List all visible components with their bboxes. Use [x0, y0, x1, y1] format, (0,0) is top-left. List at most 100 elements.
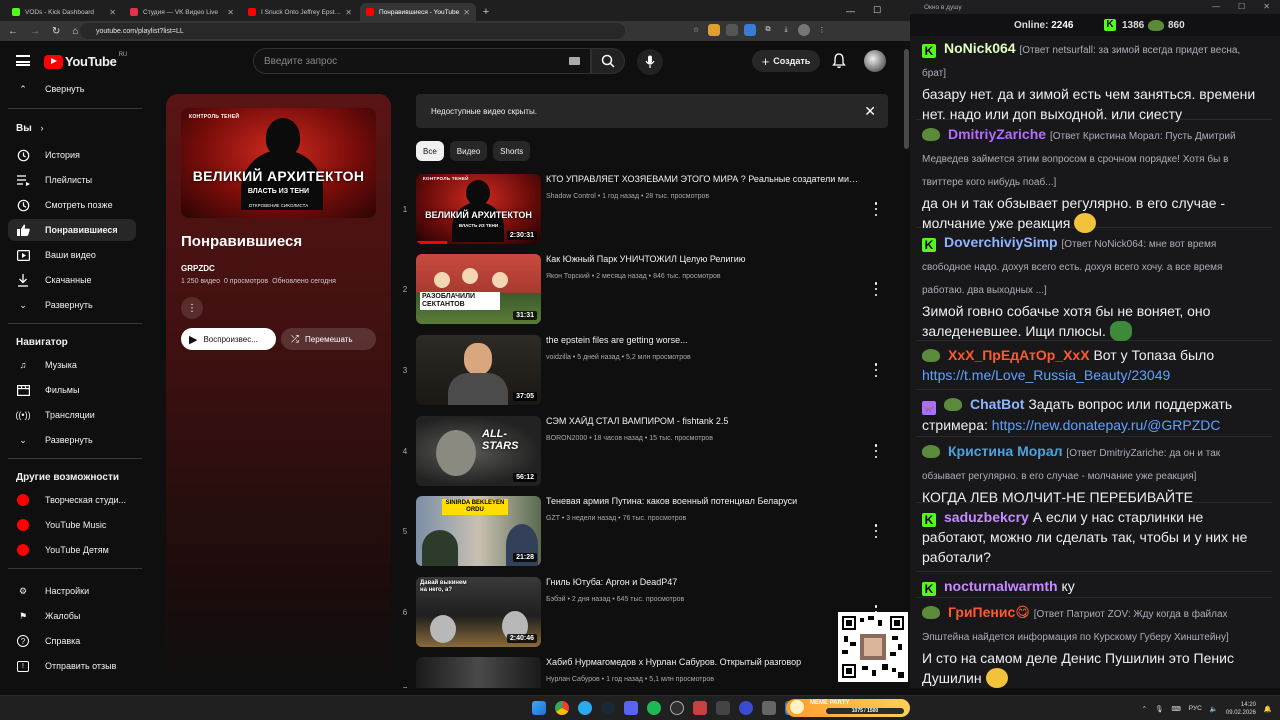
- close-tab-icon[interactable]: ✕: [345, 8, 352, 17]
- app-icon[interactable]: [716, 701, 730, 715]
- search-input[interactable]: Введите запрос: [253, 48, 591, 74]
- sidebar-item-feedback[interactable]: ! Отправить отзыв: [8, 655, 136, 677]
- sidebar-item-expand[interactable]: ⌄ Развернуть: [8, 294, 136, 316]
- minimize-icon[interactable]: —: [1212, 2, 1220, 11]
- video-thumbnail[interactable]: КОНТРОЛЬ ТЕНЕЙ ВЕЛИКИЙ АРХИТЕКТОН ВЛАСТЬ…: [416, 174, 541, 244]
- section-you-heading[interactable]: Вы ›: [16, 123, 44, 134]
- video-row[interactable]: 3 37:05 the epstein files are getting wo…: [400, 335, 888, 407]
- video-title[interactable]: Теневая армия Путина: каков военный поте…: [546, 496, 862, 506]
- video-thumbnail[interactable]: РАЗОБЛАЧИЛИ СЕКТАНТОВ 31:31: [416, 254, 541, 324]
- menu-dots-icon[interactable]: [870, 363, 882, 377]
- voice-search-button[interactable]: [637, 49, 663, 75]
- sidebar-item-watch-later[interactable]: Смотреть позже: [8, 194, 136, 216]
- menu-dots-icon[interactable]: ⋮: [816, 24, 828, 36]
- playlist-owner[interactable]: GRPZDC: [181, 264, 215, 273]
- video-title[interactable]: КТО УПРАВЛЯЕТ ХОЗЯЕВАМИ ЭТОГО МИРА ? Реа…: [546, 174, 862, 184]
- menu-dots-icon[interactable]: [870, 202, 882, 216]
- sidebar-item-reports[interactable]: ⚑ Жалобы: [8, 605, 136, 627]
- account-avatar[interactable]: [864, 50, 886, 72]
- puzzle-icon[interactable]: ⧉: [762, 24, 774, 36]
- minimize-icon[interactable]: —: [846, 6, 855, 16]
- extension-icon[interactable]: [744, 24, 756, 36]
- speaker-icon[interactable]: 🔈: [1210, 705, 1218, 713]
- video-row[interactable]: 2 РАЗОБЛАЧИЛИ СЕКТАНТОВ 31:31 Как Южный …: [400, 254, 888, 326]
- sidebar-item-live[interactable]: ((•)) Трансляции: [8, 404, 136, 426]
- chat-messages[interactable]: K NoNick064 [Ответ netsurfall: за зимой в…: [910, 36, 1280, 688]
- video-thumbnail[interactable]: ALL-STARS 56:12: [416, 416, 541, 486]
- sidebar-item-liked[interactable]: Понравившиеся: [8, 219, 136, 241]
- obs-icon[interactable]: [670, 701, 684, 715]
- language-indicator[interactable]: РУС: [1189, 705, 1202, 712]
- video-thumbnail[interactable]: Давай выкинем на него, а? 2:40:46: [416, 577, 541, 647]
- network-icon[interactable]: ⌨: [1171, 705, 1180, 713]
- video-thumbnail[interactable]: SINIRDA BEKLEYEN ORDU 21:28: [416, 496, 541, 566]
- video-row[interactable]: 1 КОНТРОЛЬ ТЕНЕЙ ВЕЛИКИЙ АРХИТЕКТОН ВЛАС…: [400, 174, 888, 246]
- discord-icon[interactable]: [624, 701, 638, 715]
- menu-dots-icon[interactable]: [870, 444, 882, 458]
- sidebar-item-movies[interactable]: Фильмы: [8, 379, 136, 401]
- extension-icon[interactable]: [708, 24, 720, 36]
- notifications-icon[interactable]: 🔔: [1264, 705, 1272, 713]
- telegram-icon[interactable]: [578, 701, 592, 715]
- star-icon[interactable]: ☆: [690, 24, 702, 36]
- browser-tab[interactable]: I Snuck Onto Jeffrey Epstein's Is✕: [242, 3, 358, 21]
- youtube-logo[interactable]: YouTube RU: [44, 52, 127, 69]
- maximize-icon[interactable]: ☐: [1238, 2, 1245, 11]
- home-icon[interactable]: ⌂: [72, 26, 78, 37]
- video-row[interactable]: 7 Хабиб Нурмагомедов х Нурлан Сабуров. О…: [400, 657, 888, 688]
- profile-icon[interactable]: [798, 24, 810, 36]
- video-thumbnail[interactable]: [416, 657, 541, 688]
- microphone-icon[interactable]: 🎙: [1155, 705, 1163, 713]
- play-all-button[interactable]: ▶ Воспроизвес...: [181, 328, 276, 350]
- extension-icon[interactable]: [726, 24, 738, 36]
- sidebar-item-playlists[interactable]: Плейлисты: [8, 169, 136, 191]
- app-icon[interactable]: [693, 701, 707, 715]
- sidebar-item-youtube-kids[interactable]: YouTube Детям: [8, 539, 136, 561]
- chat-link[interactable]: https://t.me/Love_Russia_Beauty/23049: [922, 367, 1170, 383]
- forward-icon[interactable]: →: [30, 26, 40, 37]
- sidebar-item-music[interactable]: ♫ Музыка: [8, 354, 136, 376]
- chevron-up-icon[interactable]: ⌃: [1142, 705, 1147, 713]
- video-row[interactable]: 5 SINIRDA BEKLEYEN ORDU 21:28 Теневая ар…: [400, 496, 888, 568]
- new-tab-button[interactable]: +: [478, 3, 494, 21]
- back-icon[interactable]: ←: [8, 26, 18, 37]
- playlist-cover-thumbnail[interactable]: КОНТРОЛЬ ТЕНЕЙ ВЕЛИКИЙ АРХИТЕКТОН ВЛАСТЬ…: [181, 108, 376, 218]
- clock[interactable]: 14:20 09.02.2026: [1226, 701, 1256, 717]
- close-tab-icon[interactable]: ✕: [227, 8, 234, 17]
- video-row[interactable]: 4 ALL-STARS 56:12 СЭМ ХАЙД СТАЛ ВАМПИРОМ…: [400, 416, 888, 488]
- video-title[interactable]: Как Южный Парк УНИЧТОЖИЛ Целую Религию: [546, 254, 862, 264]
- chip-all[interactable]: Все: [416, 141, 444, 161]
- chrome-icon[interactable]: [555, 701, 569, 715]
- sidebar-item-history[interactable]: История: [8, 144, 136, 166]
- chip-shorts[interactable]: Shorts: [493, 141, 531, 161]
- playlist-more-button[interactable]: ⋮: [181, 297, 203, 319]
- sidebar-item-your-videos[interactable]: Ваши видео: [8, 244, 136, 266]
- download-icon[interactable]: ⤓: [780, 24, 792, 36]
- sidebar-item-studio[interactable]: Творческая студи...: [8, 489, 136, 511]
- scrollbar-thumb[interactable]: [904, 49, 909, 149]
- close-tab-icon[interactable]: ✕: [109, 8, 116, 17]
- video-title[interactable]: СЭМ ХАЙД СТАЛ ВАМПИРОМ - fishtank 2.5: [546, 416, 862, 426]
- sidebar-item-settings[interactable]: ⚙ Настройки: [8, 580, 136, 602]
- sidebar-item-help[interactable]: ? Справка: [8, 630, 136, 652]
- steam-icon[interactable]: [601, 701, 615, 715]
- menu-dots-icon[interactable]: [870, 282, 882, 296]
- create-button[interactable]: + Создать: [752, 50, 820, 72]
- video-row[interactable]: 6 Давай выкинем на него, а? 2:40:46 Гнил…: [400, 577, 888, 649]
- close-icon[interactable]: ✕: [864, 103, 876, 120]
- sidebar-item-downloads[interactable]: Скачанные: [8, 269, 136, 291]
- video-title[interactable]: the epstein files are getting worse...: [546, 335, 862, 345]
- app-icon[interactable]: [739, 701, 753, 715]
- windows-start-icon[interactable]: [532, 701, 546, 715]
- close-tab-icon[interactable]: ✕: [463, 8, 470, 17]
- menu-dots-icon[interactable]: [870, 524, 882, 538]
- browser-tab-active[interactable]: Понравившиеся - YouTube ✕: [360, 3, 476, 21]
- reload-icon[interactable]: ↻: [52, 26, 60, 37]
- spotify-icon[interactable]: [647, 701, 661, 715]
- close-icon[interactable]: ✕: [1263, 2, 1270, 11]
- sidebar-item-collapse[interactable]: ⌃ Свернуть: [8, 78, 136, 100]
- video-thumbnail[interactable]: 37:05: [416, 335, 541, 405]
- search-button[interactable]: [591, 48, 625, 74]
- shuffle-button[interactable]: ⤮ Перемешать: [281, 328, 376, 350]
- hamburger-menu-icon[interactable]: [16, 55, 30, 66]
